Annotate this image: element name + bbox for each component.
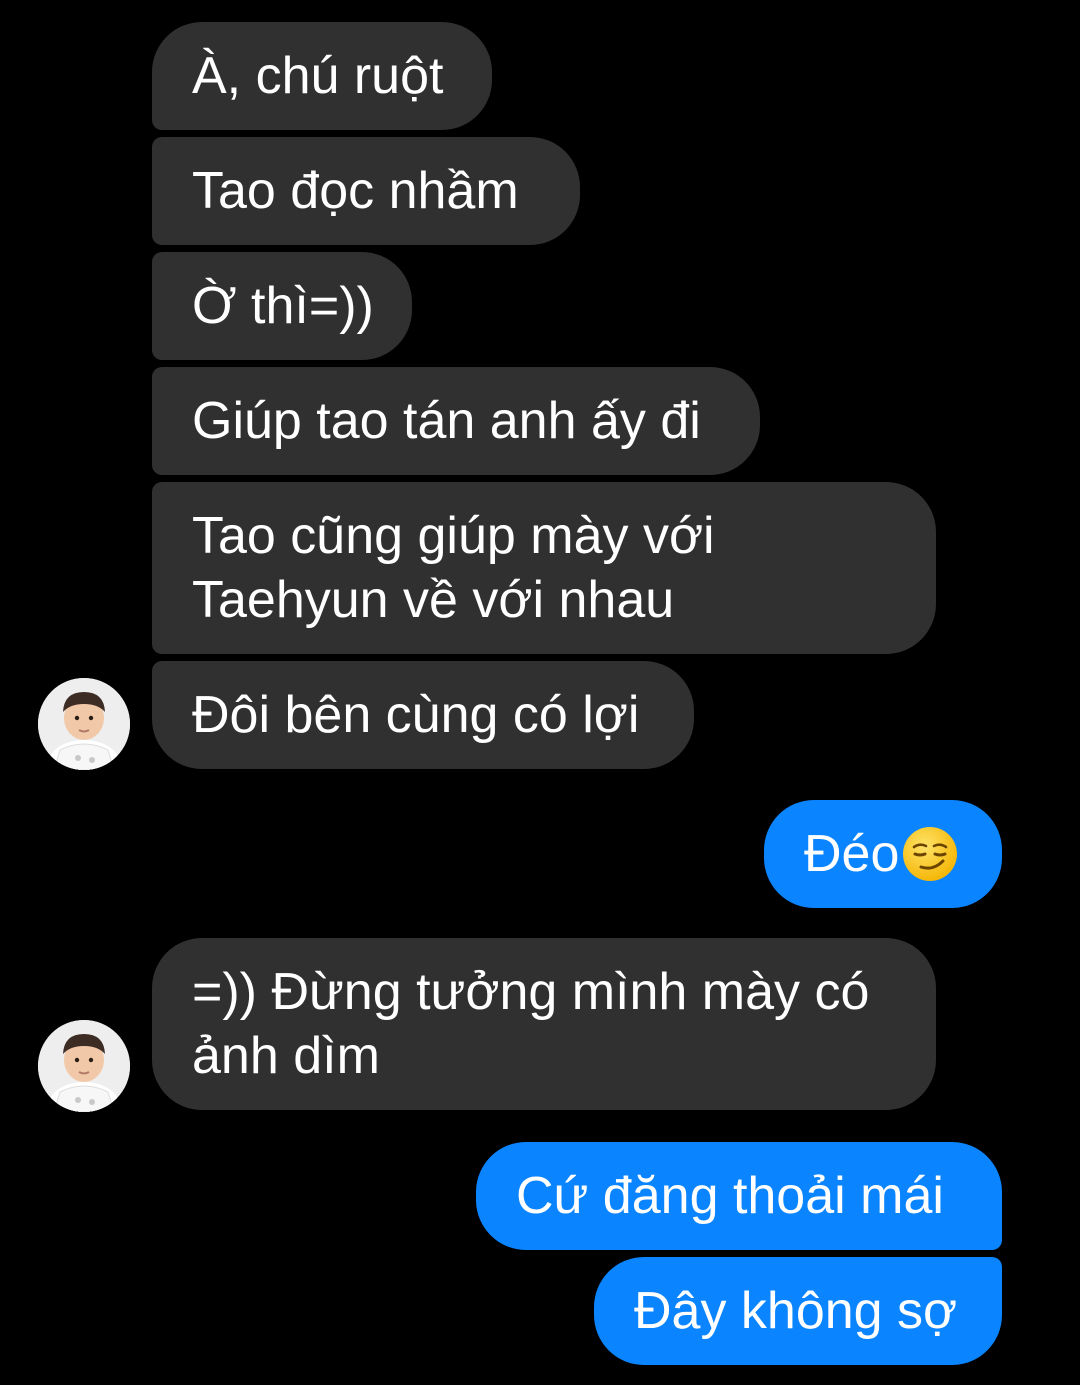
message-text: Đôi bên cùng có lợi <box>192 686 640 744</box>
message-text: =)) Đừng tưởng mình mày có ảnh dìm <box>192 960 869 1088</box>
contact-avatar[interactable] <box>38 1020 130 1112</box>
message-text: À, chú ruột <box>192 47 444 105</box>
message-bubble-outgoing[interactable]: Cứ đăng thoải mái <box>476 1142 1002 1250</box>
message-line: Tao cũng giúp mày với <box>192 507 715 565</box>
message-bubble-incoming[interactable]: Giúp tao tán anh ấy đi <box>152 367 760 475</box>
message-bubble-incoming[interactable]: Tao cũng giúp mày với Taehyun về với nha… <box>152 482 936 654</box>
child-photo-icon <box>38 1020 130 1112</box>
message-text: Tao đọc nhầm <box>192 162 519 220</box>
message-line: ảnh dìm <box>192 1027 380 1085</box>
message-bubble-outgoing[interactable]: Đây không sợ <box>594 1257 1002 1365</box>
message-text: Tao cũng giúp mày với Taehyun về với nha… <box>192 504 715 632</box>
message-bubble-incoming[interactable]: =)) Đừng tưởng mình mày có ảnh dìm <box>152 938 936 1110</box>
message-text: Đéo <box>804 825 900 883</box>
message-line: =)) Đừng tưởng mình mày có <box>192 963 870 1021</box>
message-bubble-incoming[interactable]: Ờ thì=)) <box>152 252 412 360</box>
message-line: Taehyun về với nhau <box>192 571 675 629</box>
child-photo-icon <box>38 678 130 770</box>
message-bubble-incoming[interactable]: À, chú ruột <box>152 22 492 130</box>
message-bubble-outgoing[interactable]: Đéo <box>764 800 1002 908</box>
message-text: Đây không sợ <box>634 1282 958 1340</box>
smirking-face-emoji <box>903 827 958 881</box>
contact-avatar[interactable] <box>38 678 130 770</box>
message-text: Giúp tao tán anh ấy đi <box>192 392 701 450</box>
message-bubble-incoming[interactable]: Tao đọc nhầm <box>152 137 580 245</box>
message-bubble-incoming[interactable]: Đôi bên cùng có lợi <box>152 661 694 769</box>
message-text: Ờ thì=)) <box>192 277 374 335</box>
message-text: Cứ đăng thoải mái <box>516 1167 944 1225</box>
